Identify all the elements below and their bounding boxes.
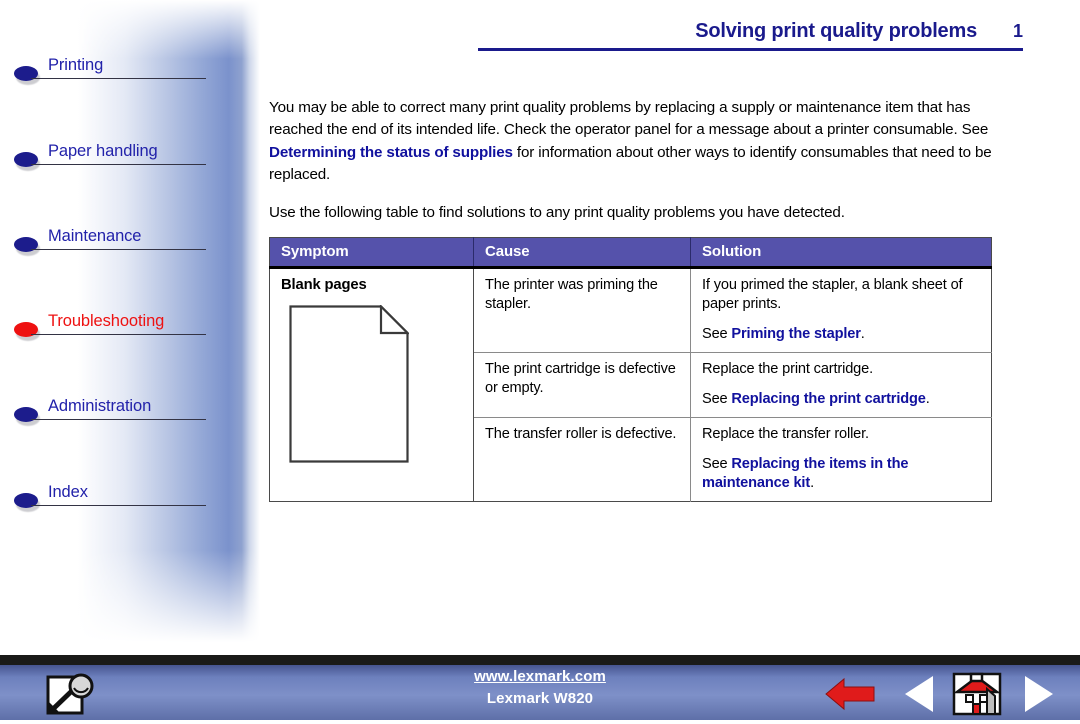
solution-reference: See Replacing the items in the maintenan…	[702, 455, 982, 493]
column-header-solution: Solution	[690, 237, 992, 269]
solution-text: If you primed the stapler, a blank sheet…	[702, 277, 963, 312]
back-arrow-icon[interactable]	[822, 671, 878, 717]
bullet-icon	[14, 152, 40, 171]
previous-page-icon[interactable]	[900, 671, 938, 717]
link-determining-status-of-supplies[interactable]: Determining the status of supplies	[269, 144, 513, 161]
sidebar-item-rule	[31, 505, 206, 506]
solution-reference: See Replacing the print cartridge.	[702, 390, 982, 409]
symptom-cell: Blank pages	[269, 267, 474, 502]
sentence-period: .	[810, 475, 814, 491]
sidebar-item-label: Troubleshooting	[48, 312, 165, 330]
solution-reference: See Priming the stapler.	[702, 325, 982, 344]
page-number: 1	[1012, 21, 1023, 41]
link-replacing-the-print-cartridge[interactable]: Replacing the print cartridge	[731, 391, 925, 407]
bullet-icon	[14, 493, 40, 512]
symptom-cause-solution-table: Symptom Cause Solution Blank pages The p…	[269, 237, 992, 502]
sidebar-item-rule	[31, 249, 206, 250]
body-copy: You may be able to correct many print qu…	[269, 82, 1021, 224]
link-replacing-items-in-maintenance-kit[interactable]: Replacing the items in the maintenance k…	[702, 456, 909, 491]
table-row: Blank pages The printer was priming the …	[269, 267, 992, 502]
sidebar-item-maintenance[interactable]: Maintenance	[14, 227, 214, 261]
cause-cell: The printer was priming the stapler.	[473, 267, 691, 353]
column-header-cause: Cause	[473, 237, 691, 269]
sidebar-item-troubleshooting[interactable]: Troubleshooting	[14, 312, 214, 346]
link-priming-the-stapler[interactable]: Priming the stapler	[731, 326, 860, 342]
sidebar-item-index[interactable]: Index	[14, 483, 214, 517]
sidebar: Printing Paper handling Maintenance Trou…	[0, 0, 260, 655]
sidebar-item-administration[interactable]: Administration	[14, 397, 214, 431]
bullet-icon	[14, 407, 40, 426]
table-intro-paragraph: Use the following table to find solution…	[269, 204, 845, 221]
sidebar-item-label: Administration	[48, 397, 152, 415]
blank-page-icon	[289, 305, 409, 463]
lexmark-website-link[interactable]: www.lexmark.com	[474, 668, 606, 685]
sidebar-nav: Printing Paper handling Maintenance Trou…	[0, 0, 260, 655]
sidebar-item-label: Index	[48, 483, 88, 501]
intro-text-part1: You may be able to correct many print qu…	[269, 99, 989, 139]
solution-cell: Replace the transfer roller. See Replaci…	[691, 418, 992, 502]
bullet-icon	[14, 237, 40, 256]
sidebar-item-label: Maintenance	[48, 227, 142, 245]
table-header-row: Symptom Cause Solution	[269, 237, 992, 269]
see-label: See	[702, 326, 732, 342]
column-header-symptom: Symptom	[269, 237, 474, 269]
sidebar-item-label: Printing	[48, 56, 104, 74]
bullet-icon	[14, 66, 40, 85]
sentence-period: .	[860, 326, 865, 342]
header-divider	[478, 48, 1023, 51]
sidebar-item-rule	[31, 419, 206, 420]
solution-cell: Replace the print cartridge. See Replaci…	[690, 352, 992, 418]
sidebar-item-rule	[31, 164, 206, 165]
footer-toolbar: www.lexmark.com Lexmark W820	[0, 655, 1080, 720]
intro-paragraph: You may be able to correct many print qu…	[269, 97, 1021, 186]
page-title: Solving print quality problems	[695, 20, 977, 42]
solution-text: Replace the print cartridge.	[702, 361, 874, 377]
next-page-icon[interactable]	[1020, 671, 1058, 717]
see-label: See	[702, 456, 732, 472]
sidebar-item-label: Paper handling	[48, 142, 158, 160]
page-header: Solving print quality problems 1	[478, 20, 1023, 51]
sidebar-item-printing[interactable]: Printing	[14, 56, 214, 90]
cause-cell: The print cartridge is defective or empt…	[473, 352, 691, 418]
sidebar-item-rule	[31, 78, 206, 79]
search-page-icon[interactable]	[44, 673, 98, 719]
solution-cell: If you primed the stapler, a blank sheet…	[690, 267, 992, 353]
sidebar-item-paper-handling[interactable]: Paper handling	[14, 142, 214, 176]
cause-cell: The transfer roller is defective.	[473, 417, 691, 502]
bullet-icon	[14, 322, 40, 341]
sidebar-item-rule	[31, 334, 206, 335]
home-icon[interactable]	[952, 671, 1002, 717]
symptom-title: Blank pages	[281, 277, 367, 293]
sentence-period: .	[925, 391, 930, 407]
solution-text: Replace the transfer roller.	[702, 426, 869, 442]
see-label: See	[702, 391, 732, 407]
